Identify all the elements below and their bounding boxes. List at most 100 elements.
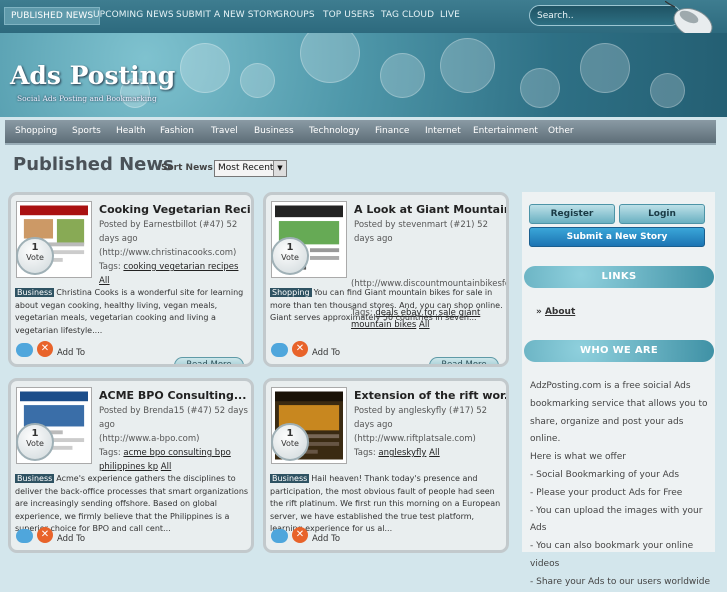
add-to-label[interactable]: Add To [57, 348, 85, 358]
story-title[interactable]: A Look at Giant Mountain ... [354, 203, 506, 216]
nav-top-users[interactable]: TOP USERS [323, 10, 375, 20]
read-more-button[interactable]: Read More [174, 357, 244, 364]
discard-icon[interactable]: ✕ [292, 527, 308, 543]
search-box [529, 5, 681, 26]
category-business[interactable]: Business [254, 126, 294, 136]
story-title[interactable]: Extension of the rift wor... [354, 389, 506, 402]
vote-label: Vote [281, 439, 299, 448]
nav-submit-story[interactable]: SUBMIT A NEW STORY [176, 10, 278, 20]
sort-label: Sort News [161, 163, 213, 173]
vote-badge[interactable]: 1 Vote [271, 237, 309, 275]
page-title: Published News [13, 154, 174, 175]
who-line: - Share your Ads to our users worldwide [530, 576, 711, 587]
who-line: - You can also bookmark your online vide… [530, 541, 694, 569]
story-posted: Posted by Brenda15 (#47) 52 days ago [99, 406, 248, 430]
bokeh-circle [380, 53, 425, 98]
category-badge[interactable]: Business [270, 474, 310, 483]
discard-icon[interactable]: ✕ [292, 341, 308, 357]
nav-tag-cloud[interactable]: TAG CLOUD [381, 10, 434, 20]
category-health[interactable]: Health [116, 126, 146, 136]
story-description: Business Acme's experience gathers the di… [15, 473, 251, 536]
category-badge[interactable]: Shopping [270, 288, 312, 297]
bokeh-circle [440, 38, 495, 93]
bokeh-circle [650, 73, 685, 108]
vote-count: 1 [286, 242, 294, 253]
sidebar: Register Login Submit a New Story LINKS … [522, 192, 715, 587]
story-description: Business Hail heaven! Thank today's prese… [270, 473, 506, 536]
discard-icon[interactable]: ✕ [37, 341, 53, 357]
comment-icon[interactable] [16, 343, 33, 357]
story-url: (http://www.riftplatsale.com) [354, 434, 476, 444]
story-card: 1 Vote Extension of the rift wor... Post… [263, 378, 509, 553]
comment-icon[interactable] [271, 529, 288, 543]
bokeh-circle [520, 68, 560, 108]
story-meta: Posted by Earnestbillot (#47) 52 days ag… [99, 218, 251, 288]
sort-select[interactable]: Most Recent ▼ [214, 160, 287, 177]
vote-label: Vote [26, 439, 44, 448]
comment-icon[interactable] [16, 529, 33, 543]
who-line: AdzPosting.com is a free soicial Ads [530, 381, 691, 391]
who-line: bookmarking service that allows you to [530, 398, 708, 409]
submit-story-button[interactable]: Submit a New Story [529, 227, 705, 247]
category-fashion[interactable]: Fashion [160, 126, 194, 136]
category-badge[interactable]: Business [15, 288, 55, 297]
search-input[interactable] [537, 9, 657, 23]
bullet-arrow-icon: » [536, 307, 542, 317]
story-title[interactable]: ACME BPO Consulting... [99, 389, 246, 402]
story-title[interactable]: Cooking Vegetarian Recipe... [99, 203, 251, 216]
vote-badge[interactable]: 1 Vote [16, 423, 54, 461]
tags-all-link[interactable]: All [161, 462, 172, 472]
tags-label: Tags: [99, 448, 121, 458]
tags-all-link[interactable]: All [99, 276, 110, 286]
about-link[interactable]: About [545, 307, 575, 317]
category-sports[interactable]: Sports [72, 126, 101, 136]
nav-live[interactable]: LIVE [440, 10, 460, 20]
vote-count: 1 [31, 242, 39, 253]
story-posted: Posted by angleskyfly (#17) 52 days ago [354, 406, 488, 430]
category-badge[interactable]: Business [15, 474, 55, 483]
story-posted: Posted by Earnestbillot (#47) 52 days ag… [99, 220, 238, 244]
add-to-label[interactable]: Add To [312, 534, 340, 544]
vote-count: 1 [31, 428, 39, 439]
site-title[interactable]: Ads Posting [10, 61, 175, 90]
tag-link[interactable]: angleskyfly [378, 448, 426, 458]
bokeh-circle [580, 43, 630, 93]
category-shopping[interactable]: Shopping [15, 126, 57, 136]
register-button[interactable]: Register [529, 204, 615, 224]
category-other[interactable]: Other [548, 126, 574, 136]
category-technology[interactable]: Technology [309, 126, 359, 136]
story-meta: Posted by Brenda15 (#47) 52 days ago (ht… [99, 404, 251, 474]
category-finance[interactable]: Finance [375, 126, 409, 136]
read-more-button[interactable]: Read More [429, 357, 499, 364]
vote-label: Vote [281, 253, 299, 262]
nav-groups[interactable]: GROUPS [276, 10, 315, 20]
tag-link[interactable]: cooking vegetarian recipes [123, 262, 238, 272]
who-line: - Social Bookmarking of your Ads [530, 469, 680, 480]
category-internet[interactable]: Internet [425, 126, 461, 136]
vote-count: 1 [286, 428, 294, 439]
who-line: Here is what we offer [530, 452, 626, 463]
header-banner: Ads Posting Social Ads Posting and Bookm… [0, 33, 727, 117]
category-entertainment[interactable]: Entertainment [473, 126, 538, 136]
chevron-down-icon[interactable]: ▼ [273, 161, 286, 176]
who-we-are-text: AdzPosting.com is a free soicial Ads boo… [530, 378, 712, 592]
story-tags: Tags: cooking vegetarian recipes All [99, 260, 251, 288]
vote-badge[interactable]: 1 Vote [271, 423, 309, 461]
tags-label: Tags: [99, 262, 121, 272]
nav-upcoming-news[interactable]: UPCOMING NEWS [93, 10, 174, 20]
add-to-label[interactable]: Add To [57, 534, 85, 544]
story-meta: Posted by stevenmart (#21) 52 days ago [354, 218, 506, 246]
bokeh-circle [240, 63, 275, 98]
add-to-label[interactable]: Add To [312, 348, 340, 358]
bokeh-circle [300, 33, 360, 83]
category-travel[interactable]: Travel [211, 126, 238, 136]
nav-published-news[interactable]: PUBLISHED NEWS [4, 7, 101, 25]
links-heading: LINKS [524, 266, 714, 288]
login-button[interactable]: Login [619, 204, 705, 224]
site-tagline: Social Ads Posting and Bookmarking [17, 94, 157, 103]
discard-icon[interactable]: ✕ [37, 527, 53, 543]
tags-all-link[interactable]: All [429, 448, 440, 458]
vote-badge[interactable]: 1 Vote [16, 237, 54, 275]
comment-icon[interactable] [271, 343, 288, 357]
story-card: 1 Vote A Look at Giant Mountain ... Post… [263, 192, 509, 367]
